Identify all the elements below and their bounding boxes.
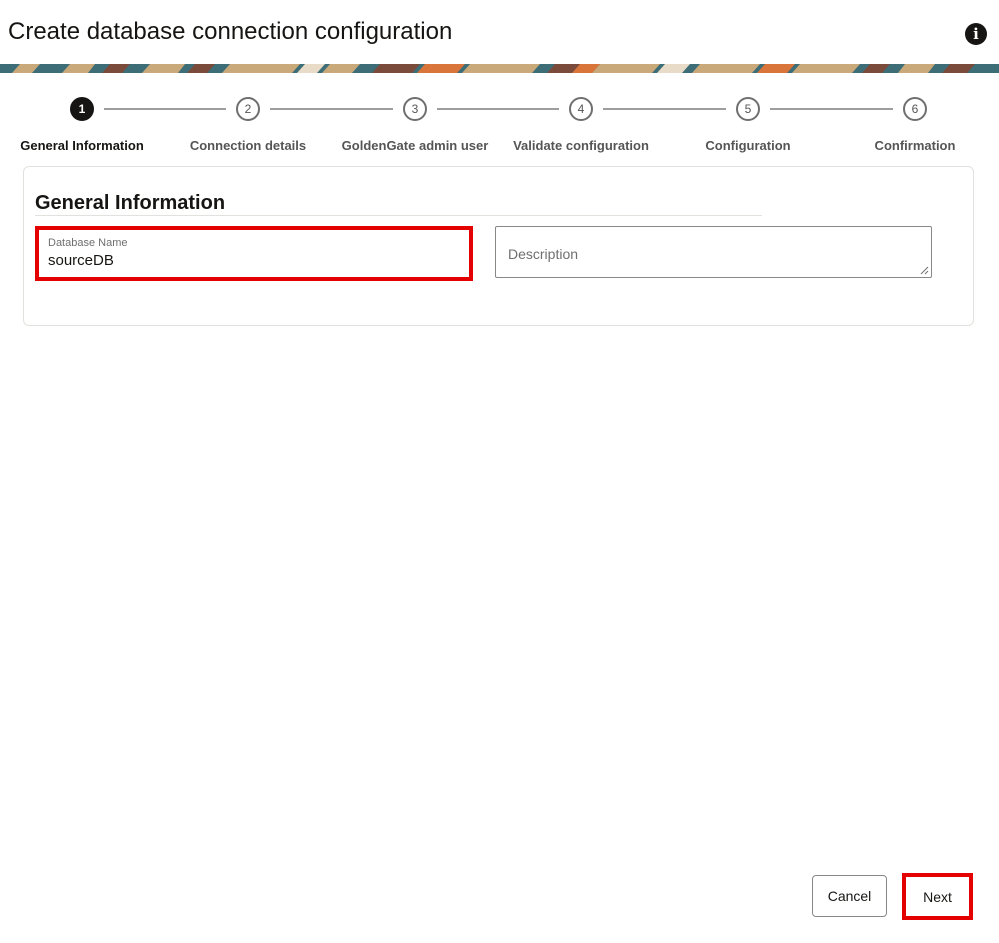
section-divider (35, 215, 762, 216)
cancel-button-label: Cancel (827, 888, 872, 904)
database-name-label: Database Name (48, 237, 128, 249)
step-2-label[interactable]: Connection details (190, 138, 306, 153)
dialog-header: Create database connection configuration… (0, 0, 999, 64)
cancel-button[interactable]: Cancel (812, 875, 887, 917)
dialog-title: Create database connection configuration (8, 18, 453, 45)
description-placeholder: Description (508, 246, 579, 262)
step-1-label[interactable]: General Information (20, 138, 144, 153)
decorative-banner (0, 64, 999, 73)
database-name-field[interactable]: Database Name sourceDB (35, 226, 473, 281)
step-connector (603, 108, 726, 110)
step-5-label[interactable]: Configuration (705, 138, 790, 153)
next-button-label: Next (923, 888, 952, 905)
step-3-indicator[interactable]: 3 (403, 97, 427, 121)
step-connector (270, 108, 393, 110)
section-title: General Information (35, 192, 226, 214)
general-information-card: General Information Database Name source… (23, 166, 974, 326)
step-6-indicator[interactable]: 6 (903, 97, 927, 121)
step-2-indicator[interactable]: 2 (236, 97, 260, 121)
step-3-label[interactable]: GoldenGate admin user (342, 138, 489, 153)
step-6-label[interactable]: Confirmation (875, 138, 956, 153)
step-connector (437, 108, 559, 110)
step-5-indicator[interactable]: 5 (736, 97, 760, 121)
database-name-value[interactable]: sourceDB (48, 252, 114, 269)
step-connector (104, 108, 226, 110)
banner-pattern (0, 64, 999, 73)
step-1-indicator[interactable]: 1 (70, 97, 94, 121)
next-button[interactable]: Next (902, 873, 973, 920)
info-icon[interactable]: i (965, 23, 987, 45)
resize-grip-icon[interactable] (920, 266, 929, 275)
step-4-indicator[interactable]: 4 (569, 97, 593, 121)
step-4-label[interactable]: Validate configuration (513, 138, 649, 153)
step-train: 1 2 3 4 5 6 General Information Connecti… (0, 94, 999, 164)
description-textarea[interactable]: Description (495, 226, 932, 278)
step-connector (770, 108, 893, 110)
